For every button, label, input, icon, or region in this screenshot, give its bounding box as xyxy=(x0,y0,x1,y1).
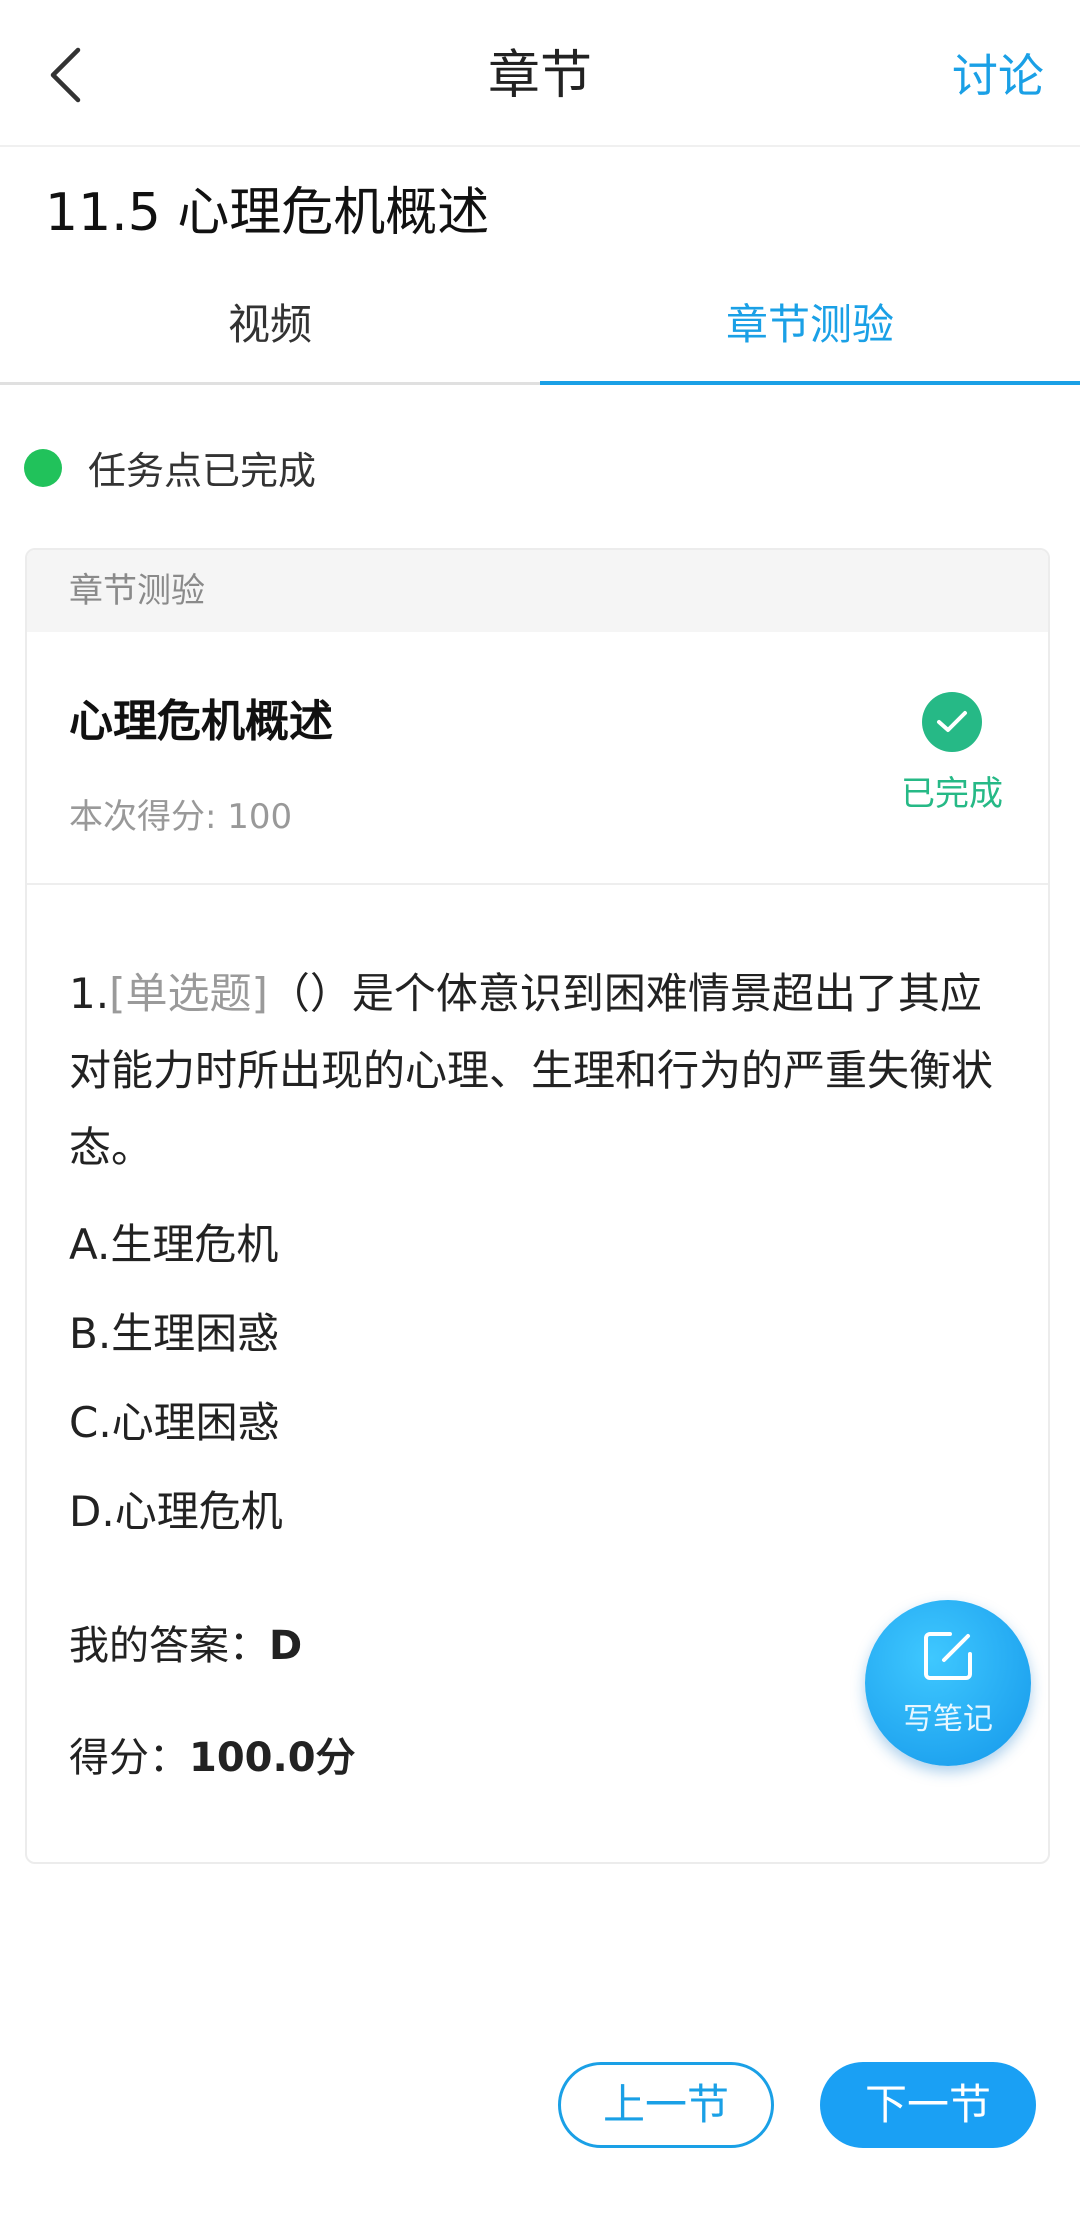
discuss-button[interactable]: 讨论 xyxy=(952,42,1044,110)
write-note-button[interactable]: 写笔记 xyxy=(865,1600,1031,1766)
my-answer-value: D xyxy=(269,1623,303,1669)
completed-label: 已完成 xyxy=(901,774,1003,814)
section-title: 11.5 心理危机概述 xyxy=(45,183,490,243)
tab-chapter-quiz[interactable]: 章节测验 xyxy=(540,283,1080,385)
question-number: 1. xyxy=(69,969,110,1018)
quiz-summary[interactable]: 心理危机概述 本次得分: 100 已完成 xyxy=(27,632,1048,885)
check-circle-icon xyxy=(922,692,982,752)
score-label: 得分： xyxy=(69,1735,189,1781)
option-d: D.心理危机 xyxy=(69,1487,283,1536)
prev-section-button[interactable]: 上一节 xyxy=(558,2062,774,2148)
edit-note-icon xyxy=(924,1632,972,1680)
my-answer-label: 我的答案： xyxy=(69,1623,269,1669)
status-dot-icon xyxy=(24,448,62,487)
next-section-button[interactable]: 下一节 xyxy=(820,2062,1036,2148)
question-text: 1.[单选题]（）是个体意识到困难情景超出了其应对能力时所出现的心理、生理和行为… xyxy=(69,955,1006,1186)
top-bar: 章节 讨论 xyxy=(0,0,1080,147)
score-value: 100.0分 xyxy=(189,1735,356,1781)
option-list: A.生理危机 B.生理困惑 C.心理困惑 D.心理危机 xyxy=(69,1200,1006,1556)
option-b: B.生理困惑 xyxy=(69,1309,280,1358)
tab-video[interactable]: 视频 xyxy=(0,283,540,382)
tab-bar: 视频 章节测验 xyxy=(0,283,1080,385)
card-header: 章节测验 xyxy=(27,550,1048,632)
chapter-page: 章节 讨论 11.5 心理危机概述 视频 章节测验 任务点已完成 章节测验 心理… xyxy=(0,0,1080,2230)
page-title: 章节 xyxy=(487,46,592,106)
quiz-score: 本次得分: 100 xyxy=(69,797,293,837)
question-score: 得分：100.0分 xyxy=(69,1718,1006,1798)
question-type: [单选题] xyxy=(109,969,268,1018)
quiz-title: 心理危机概述 xyxy=(69,696,333,747)
write-note-label: 写笔记 xyxy=(903,1702,993,1737)
completed-badge: 已完成 xyxy=(901,692,1003,815)
option-a: A.生理危机 xyxy=(69,1220,279,1269)
task-status: 任务点已完成 xyxy=(24,440,316,495)
task-status-text: 任务点已完成 xyxy=(88,449,317,493)
option-c: C.心理困惑 xyxy=(69,1398,280,1447)
